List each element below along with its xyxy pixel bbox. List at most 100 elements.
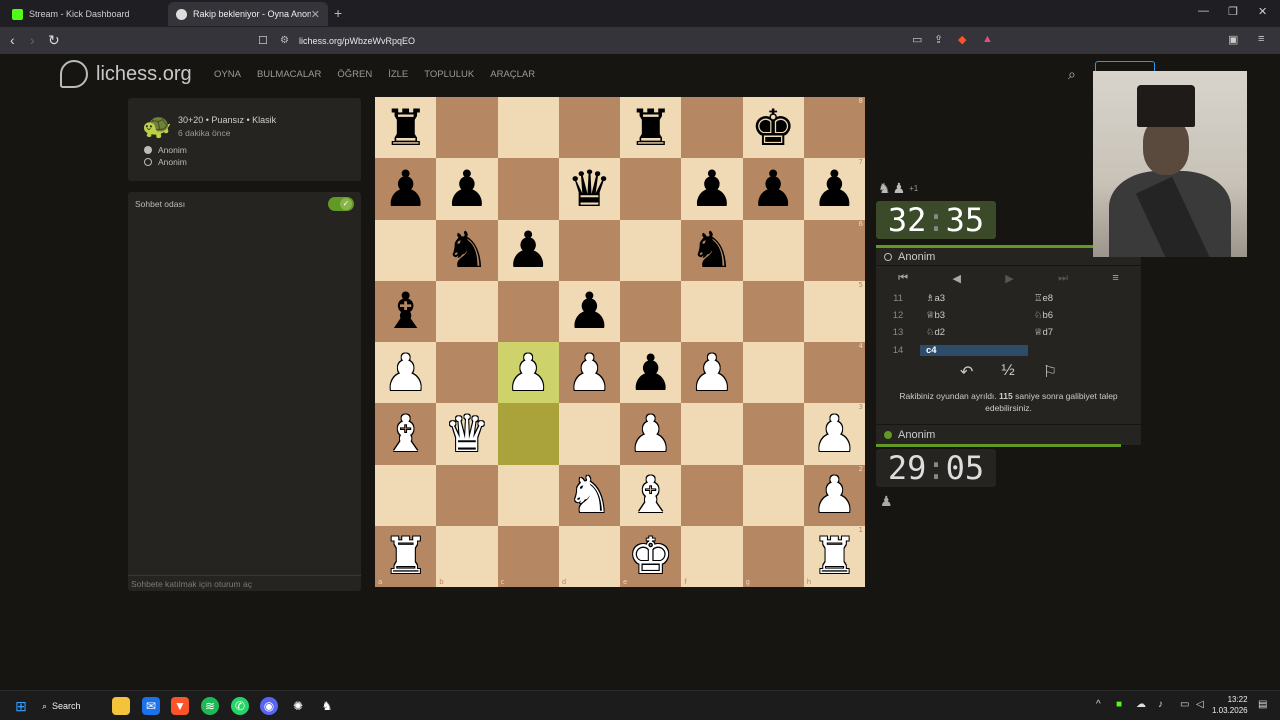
player-white[interactable]: Anonim xyxy=(144,145,187,155)
square-b5[interactable] xyxy=(436,280,498,342)
square-g7[interactable]: ♟ xyxy=(742,158,804,220)
square-h6[interactable]: 6 xyxy=(803,219,865,281)
chess-board[interactable]: ♜ ♜ ♚ 8 ♟ ♟ ♛ ♟ ♟ ♟ 7 ♞ ♟ ♞ 6 ♝ ♟ 5 ♟ ♟ ♟ ♟ ♟ 4 ♝ ♛ ♟ ♟ 3 ♞ ♝ ♟ 2 ♜ a b c d ♚ e… xyxy=(375,97,865,587)
square-a2[interactable] xyxy=(375,464,437,526)
draw-offer-icon[interactable]: ½ xyxy=(1001,362,1014,384)
square-e6[interactable] xyxy=(620,219,682,281)
square-c3[interactable] xyxy=(497,403,559,465)
white-pawn-icon[interactable]: ♟ xyxy=(506,348,551,398)
black-pawn-icon[interactable]: ♟ xyxy=(567,286,612,336)
square-b6[interactable]: ♞ xyxy=(436,219,498,281)
black-pawn-icon[interactable]: ♟ xyxy=(628,348,673,398)
takeback-icon[interactable]: ↶ xyxy=(960,362,973,384)
square-e4[interactable]: ♟ xyxy=(620,342,682,404)
square-g3[interactable] xyxy=(742,403,804,465)
mail-icon[interactable]: ✉ xyxy=(142,697,160,715)
minimize-button[interactable]: — xyxy=(1198,5,1209,17)
square-d6[interactable] xyxy=(558,219,620,281)
black-pawn-icon[interactable]: ♟ xyxy=(751,164,796,214)
black-pawn-icon[interactable]: ♟ xyxy=(383,164,428,214)
square-a6[interactable] xyxy=(375,219,437,281)
nav-tools[interactable]: ARAÇLAR xyxy=(490,69,535,80)
cast-icon[interactable]: ▭ xyxy=(912,33,922,46)
square-d1[interactable]: d xyxy=(558,525,620,587)
square-f1[interactable]: f xyxy=(681,525,743,587)
white-pawn-icon[interactable]: ♟ xyxy=(812,409,857,459)
black-pawn-icon[interactable]: ♟ xyxy=(444,164,489,214)
signin-button[interactable] xyxy=(1095,61,1155,71)
discord-icon[interactable]: ◉ xyxy=(260,697,278,715)
white-move[interactable]: ♕b3 xyxy=(920,310,1028,321)
spotify-icon[interactable]: ≋ xyxy=(201,697,219,715)
square-f3[interactable] xyxy=(681,403,743,465)
first-move-icon[interactable]: ⏮ xyxy=(898,272,908,285)
square-g4[interactable] xyxy=(742,342,804,404)
black-move[interactable]: ♘b6 xyxy=(1028,310,1136,321)
tab-kick-dashboard[interactable]: Stream - Kick Dashboard xyxy=(4,2,166,26)
white-rook-icon[interactable]: ♜ xyxy=(812,531,857,581)
black-rook-icon[interactable]: ♜ xyxy=(628,103,673,153)
site-logo[interactable]: lichess.org xyxy=(60,60,192,88)
square-h1[interactable]: ♜ 1 h xyxy=(803,525,865,587)
kick-tray-icon[interactable]: ■ xyxy=(1116,699,1122,710)
square-f6[interactable]: ♞ xyxy=(681,219,743,281)
square-g2[interactable] xyxy=(742,464,804,526)
brave-icon[interactable]: ▼ xyxy=(171,697,189,715)
square-c7[interactable] xyxy=(497,158,559,220)
player-self-name[interactable]: Anonim xyxy=(876,425,1141,445)
square-g5[interactable] xyxy=(742,280,804,342)
site-settings-icon[interactable]: ⚙ xyxy=(280,35,289,46)
nav-play[interactable]: OYNA xyxy=(214,69,241,80)
square-h7[interactable]: ♟ 7 xyxy=(803,158,865,220)
close-window-button[interactable]: ✕ xyxy=(1258,5,1267,18)
nav-puzzles[interactable]: BULMACALAR xyxy=(257,69,321,80)
chat-toggle[interactable] xyxy=(328,197,354,211)
square-e1[interactable]: ♚ e xyxy=(620,525,682,587)
white-pawn-icon[interactable]: ♟ xyxy=(567,348,612,398)
square-a3[interactable]: ♝ xyxy=(375,403,437,465)
square-g1[interactable]: g xyxy=(742,525,804,587)
square-c6[interactable]: ♟ xyxy=(497,219,559,281)
square-e7[interactable] xyxy=(620,158,682,220)
square-d7[interactable]: ♛ xyxy=(558,158,620,220)
black-move[interactable]: ♖e8 xyxy=(1028,293,1136,304)
square-d2[interactable]: ♞ xyxy=(558,464,620,526)
square-c5[interactable] xyxy=(497,280,559,342)
white-king-icon[interactable]: ♚ xyxy=(628,531,673,581)
start-icon[interactable]: ⊞ xyxy=(12,697,30,715)
lichess-app-icon[interactable]: ♞ xyxy=(318,697,336,715)
url-field[interactable]: ⚙ lichess.org/pWbzeWvRpqEO xyxy=(280,31,1000,50)
tray-expand-icon[interactable]: ^ xyxy=(1096,699,1101,710)
menu-icon[interactable]: ≡ xyxy=(1112,272,1118,284)
square-f7[interactable]: ♟ xyxy=(681,158,743,220)
white-move[interactable]: c4 xyxy=(920,345,1028,356)
system-clock[interactable]: 13:22 1.03.2026 xyxy=(1212,694,1248,716)
square-c4[interactable]: ♟ xyxy=(497,342,559,404)
square-a8[interactable]: ♜ xyxy=(375,97,437,159)
player-black[interactable]: Anonim xyxy=(144,157,187,167)
tab-lichess[interactable]: Rakip bekleniyor - Oyna Anon ✕ xyxy=(168,2,328,26)
square-f2[interactable] xyxy=(681,464,743,526)
white-bishop-icon[interactable]: ♝ xyxy=(628,470,673,520)
white-move[interactable]: ♗a3 xyxy=(920,293,1028,304)
black-knight-icon[interactable]: ♞ xyxy=(689,225,734,275)
square-f8[interactable] xyxy=(681,97,743,159)
black-knight-icon[interactable]: ♞ xyxy=(444,225,489,275)
taskbar-search[interactable]: ⌕ Search xyxy=(42,696,102,716)
black-move[interactable]: ♕d7 xyxy=(1028,327,1136,338)
nav-learn[interactable]: ÖĞREN xyxy=(337,69,372,80)
white-pawn-icon[interactable]: ♟ xyxy=(689,348,734,398)
network-icon[interactable]: ▭ xyxy=(1180,699,1189,710)
white-bishop-icon[interactable]: ♝ xyxy=(383,409,428,459)
square-h4[interactable]: 4 xyxy=(803,342,865,404)
volume-icon[interactable]: ◁ xyxy=(1196,699,1204,710)
black-pawn-icon[interactable]: ♟ xyxy=(812,164,857,214)
forward-icon[interactable]: › xyxy=(30,32,35,48)
nav-community[interactable]: TOPLULUK xyxy=(424,69,474,80)
cloud-icon[interactable]: ☁ xyxy=(1136,699,1146,710)
black-pawn-icon[interactable]: ♟ xyxy=(506,225,551,275)
square-b7[interactable]: ♟ xyxy=(436,158,498,220)
white-pawn-icon[interactable]: ♟ xyxy=(812,470,857,520)
square-g6[interactable] xyxy=(742,219,804,281)
square-g8[interactable]: ♚ xyxy=(742,97,804,159)
